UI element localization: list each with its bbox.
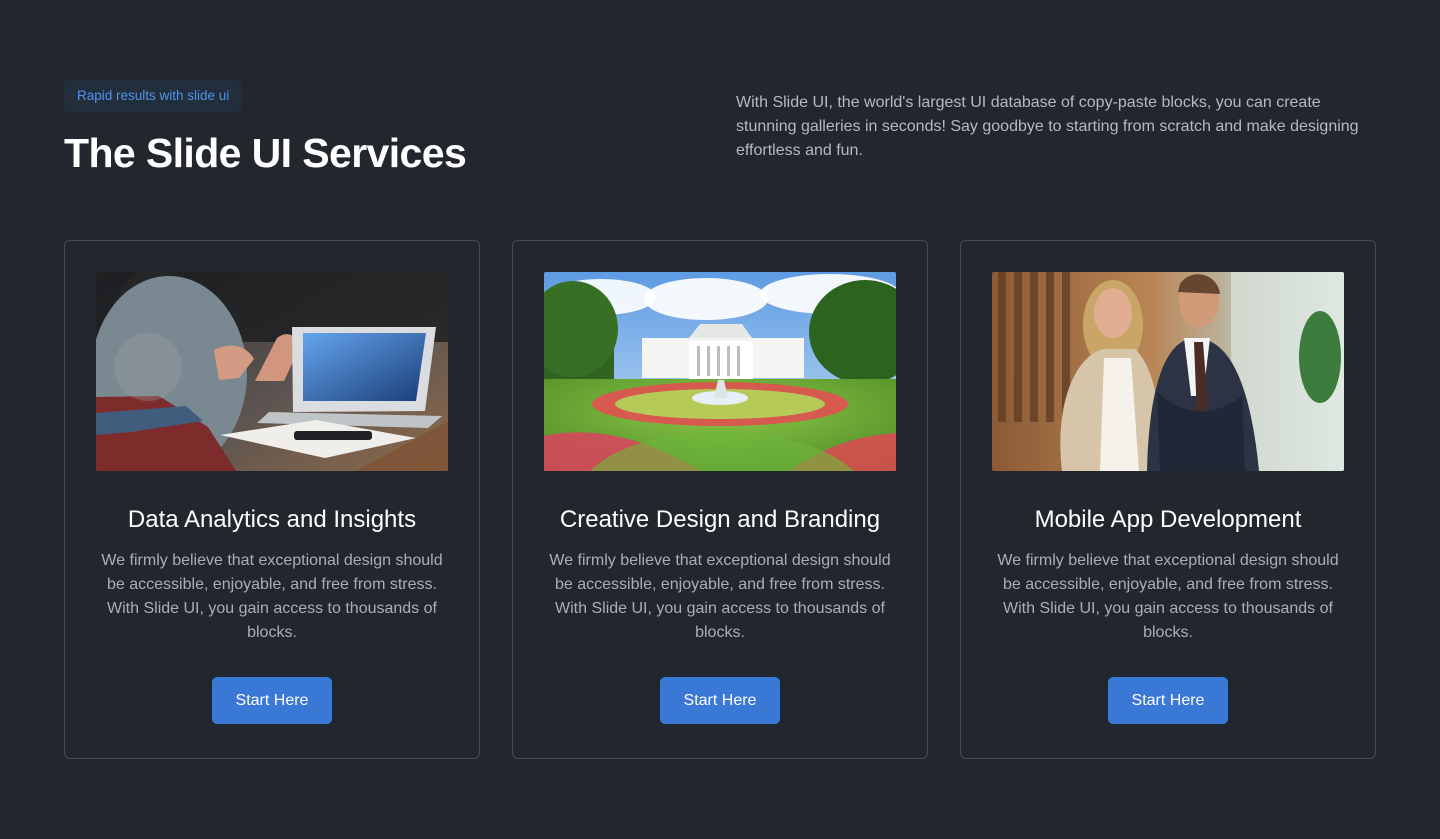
card-description-mobile-app: We firmly believe that exceptional desig…	[997, 552, 1339, 641]
service-card-mobile-app: Mobile App Development We firmly believe…	[960, 240, 1376, 759]
page-title: The Slide UI Services	[64, 130, 467, 176]
data-analytics-photo	[96, 272, 448, 471]
card-description-creative-design: We firmly believe that exceptional desig…	[549, 552, 891, 641]
service-cards: Data Analytics and Insights We firmly be…	[64, 240, 1376, 759]
mobile-app-photo	[992, 272, 1344, 471]
card-description-data-analytics: We firmly believe that exceptional desig…	[101, 552, 443, 641]
start-here-button-creative-design[interactable]: Start Here	[660, 677, 780, 724]
creative-design-photo	[544, 272, 896, 471]
services-page: Rapid results with slide ui The Slide UI…	[0, 0, 1440, 839]
services-badge: Rapid results with slide ui	[64, 80, 243, 112]
hero-section: Rapid results with slide ui The Slide UI…	[64, 80, 1376, 200]
service-card-data-analytics: Data Analytics and Insights We firmly be…	[64, 240, 480, 759]
card-title-data-analytics: Data Analytics and Insights	[127, 506, 417, 533]
start-here-button-data-analytics[interactable]: Start Here	[212, 677, 332, 724]
hero-description: With Slide UI, the world's largest UI da…	[736, 94, 1359, 159]
card-title-creative-design: Creative Design and Branding	[559, 506, 881, 533]
start-here-button-mobile-app[interactable]: Start Here	[1108, 677, 1228, 724]
service-card-creative-design: Creative Design and Branding We firmly b…	[512, 240, 928, 759]
card-title-mobile-app: Mobile App Development	[1034, 506, 1302, 533]
